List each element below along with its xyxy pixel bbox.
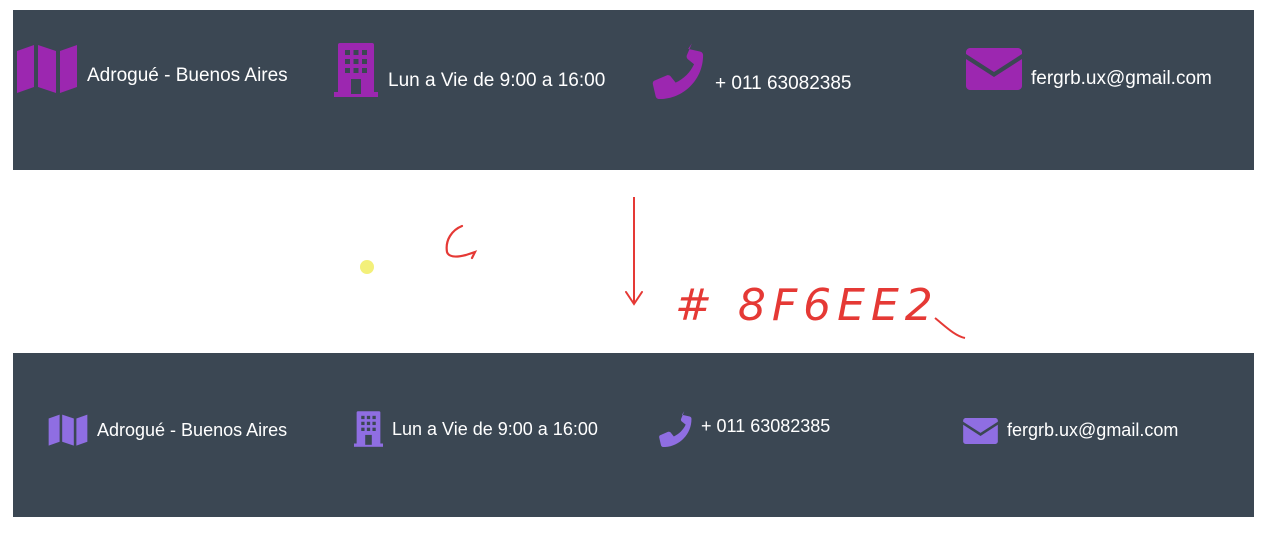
annotation-scribble (445, 224, 478, 260)
phone-item: + 011 63082385 (658, 411, 830, 447)
arrow-down-icon (625, 197, 643, 306)
location-item: Adrogué - Buenos Aires (48, 413, 287, 446)
hours-item: Lun a Vie de 9:00 a 16:00 (354, 411, 598, 447)
annotation-color-code: # 8F6EE2 (675, 280, 939, 331)
hours-text: Lun a Vie de 9:00 a 16:00 (392, 418, 598, 439)
phone-icon (658, 411, 694, 447)
email-item: fergrb.ux@gmail.com (963, 418, 1178, 444)
annotation-underline (934, 317, 966, 339)
phone-text: + 011 63082385 (701, 415, 831, 436)
location-text: Adrogué - Buenos Aires (97, 420, 288, 440)
envelope-icon (963, 418, 998, 444)
building-icon (354, 411, 383, 447)
contact-bar-updated: Adrogué - Buenos Aires Lun a Vie de 9:00… (13, 353, 1254, 517)
cursor-dot (360, 260, 374, 274)
map-icon (48, 413, 88, 446)
email-text: fergrb.ux@gmail.com (1007, 419, 1179, 440)
